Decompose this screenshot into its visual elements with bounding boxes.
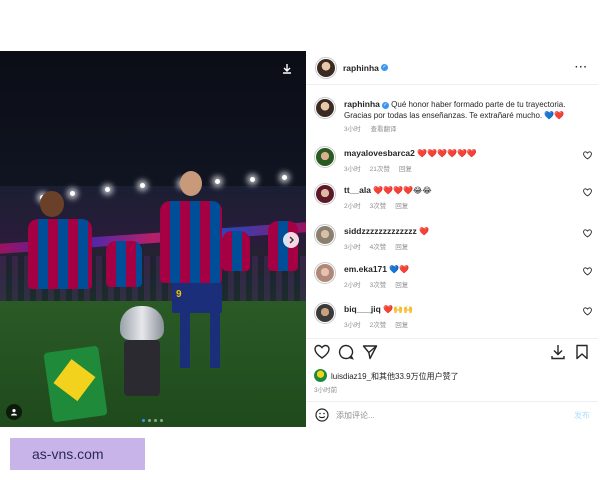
comment-text-line: tt__ala ❤️❤️❤️❤️😂😂 (344, 185, 432, 195)
more-options-button[interactable]: ··· (575, 62, 588, 73)
reply-button[interactable]: 回复 (395, 203, 408, 210)
action-bar (314, 344, 590, 364)
heart-icon[interactable] (314, 344, 330, 360)
heart-icon[interactable] (583, 267, 592, 276)
user-tags-button[interactable] (6, 404, 22, 420)
comment-text-line: mayalovesbarca2 ❤️❤️❤️❤️❤️❤️ (344, 148, 477, 158)
post-photo[interactable]: 9 (0, 51, 306, 427)
bookmark-icon[interactable] (574, 344, 590, 360)
avatar[interactable] (314, 262, 336, 284)
avatar[interactable] (314, 146, 336, 168)
comment-username[interactable]: siddzzzzzzzzzzzzz (344, 226, 417, 236)
avatar[interactable] (315, 57, 337, 79)
share-icon[interactable] (362, 344, 378, 360)
verified-badge: ✓ (381, 64, 388, 71)
caption-time: 3小时 (344, 126, 361, 133)
comment-time: 3小时 (344, 244, 361, 251)
comment-body: ❤️🙌🙌 (383, 305, 413, 314)
avatar[interactable] (314, 183, 336, 205)
avatar[interactable] (314, 224, 336, 246)
comment-body: 💙❤️ (389, 265, 410, 274)
post-timestamp: 3小时前 (314, 387, 338, 394)
comment-meta: 2小时 3次赞 回复 (344, 279, 417, 289)
comment-time: 2小时 (344, 282, 361, 289)
comment-row: tt__ala ❤️❤️❤️❤️😂😂 2小时 3次赞 回复 (314, 183, 598, 219)
download-icon (283, 64, 291, 74)
user-tag-icon (11, 409, 17, 416)
author-username[interactable]: raphinha (343, 63, 379, 73)
verified-badge: ✓ (381, 102, 389, 109)
comment-input[interactable] (336, 407, 556, 423)
comment-meta: 3小时 4次赞 回复 (344, 241, 417, 251)
comment-body: ❤️❤️❤️❤️❤️❤️ (417, 149, 477, 158)
heart-icon[interactable] (583, 151, 592, 160)
comment-text-line: siddzzzzzzzzzzzzz ❤️ (344, 226, 429, 236)
carousel-dots (142, 419, 163, 422)
comment-row: mayalovesbarca2 ❤️❤️❤️❤️❤️❤️ 3小时 21次赞 回复 (314, 146, 598, 182)
caption-text-block: raphinha ✓ Qué honor haber formado parte … (344, 99, 584, 135)
chevron-right-icon (289, 236, 294, 244)
watermark-text: as-vns.com (32, 446, 104, 462)
comment-row: siddzzzzzzzzzzzzz ❤️ 3小时 4次赞 回复 (314, 224, 598, 260)
avatar[interactable] (314, 302, 336, 324)
jersey-number: 9 (176, 289, 182, 300)
carousel-dot[interactable] (148, 419, 151, 422)
caption-username[interactable]: raphinha (344, 99, 380, 109)
comment-likes[interactable]: 2次赞 (370, 322, 387, 329)
player-background (106, 241, 142, 287)
comment-row: em.eka171 💙❤️ 2小时 3次赞 回复 (314, 262, 598, 298)
comment-meta: 3小时 21次赞 回复 (344, 163, 421, 173)
brazil-flag (43, 345, 108, 423)
comment-username[interactable]: mayalovesbarca2 (344, 148, 415, 158)
comment-username[interactable]: em.eka171 (344, 264, 387, 274)
likes-text[interactable]: luisdiaz19_和其他33.9万位用户赞了 (331, 371, 459, 382)
see-translation-link[interactable]: 查看翻译 (370, 126, 396, 133)
comment-likes[interactable]: 21次赞 (370, 166, 390, 173)
instagram-post-page: 9 raphinha ✓ ··· raphinha ✓ Qué honor ha… (0, 0, 600, 480)
comment-time: 2小时 (344, 203, 361, 210)
carousel-dot[interactable] (160, 419, 163, 422)
comment-composer: 发布 (306, 403, 598, 427)
next-slide-button[interactable] (283, 232, 299, 248)
comment-likes[interactable]: 3次赞 (370, 203, 387, 210)
comment-meta: 2小时 3次赞 回复 (344, 200, 417, 210)
watermark: as-vns.com (10, 438, 145, 470)
heart-icon[interactable] (583, 229, 592, 238)
comment-time: 3小时 (344, 166, 361, 173)
comment-likes[interactable]: 4次赞 (370, 244, 387, 251)
reply-button[interactable]: 回复 (395, 282, 408, 289)
post-header: raphinha ✓ ··· (306, 51, 598, 85)
post-comment-button[interactable]: 发布 (574, 410, 590, 421)
player-background (222, 231, 250, 271)
heart-icon[interactable] (583, 188, 592, 197)
comment-likes[interactable]: 3次赞 (370, 282, 387, 289)
reply-button[interactable]: 回复 (395, 322, 408, 329)
comment-body: ❤️❤️❤️❤️😂😂 (373, 186, 432, 195)
heart-icon[interactable] (583, 307, 592, 316)
carousel-dot[interactable] (154, 419, 157, 422)
divider (306, 338, 598, 339)
comment-icon[interactable] (338, 344, 354, 360)
comment-text-line: em.eka171 💙❤️ (344, 264, 409, 274)
likes-summary[interactable]: luisdiaz19_和其他33.9万位用户赞了 (314, 369, 590, 383)
comment-time: 3小时 (344, 322, 361, 329)
comment-username[interactable]: biq___jiq (344, 304, 381, 314)
post-details-panel: raphinha ✓ ··· raphinha ✓ Qué honor haber… (306, 51, 598, 427)
comment-meta: 3小时 2次赞 回复 (344, 319, 417, 329)
reply-button[interactable]: 回复 (399, 166, 412, 173)
avatar[interactable] (314, 97, 336, 119)
emoji-icon[interactable] (315, 408, 329, 422)
download-icon[interactable] (550, 344, 566, 360)
reply-button[interactable]: 回复 (395, 244, 408, 251)
comment-row: biq___jiq ❤️🙌🙌 3小时 2次赞 回复 (314, 302, 598, 338)
save-photo-button[interactable] (278, 60, 296, 78)
divider (306, 401, 598, 402)
trophy (116, 306, 168, 396)
comment-username[interactable]: tt__ala (344, 185, 371, 195)
avatar[interactable] (314, 369, 327, 382)
comment-body: ❤️ (418, 227, 429, 236)
comment-text-line: biq___jiq ❤️🙌🙌 (344, 304, 413, 314)
carousel-dot[interactable] (142, 419, 145, 422)
